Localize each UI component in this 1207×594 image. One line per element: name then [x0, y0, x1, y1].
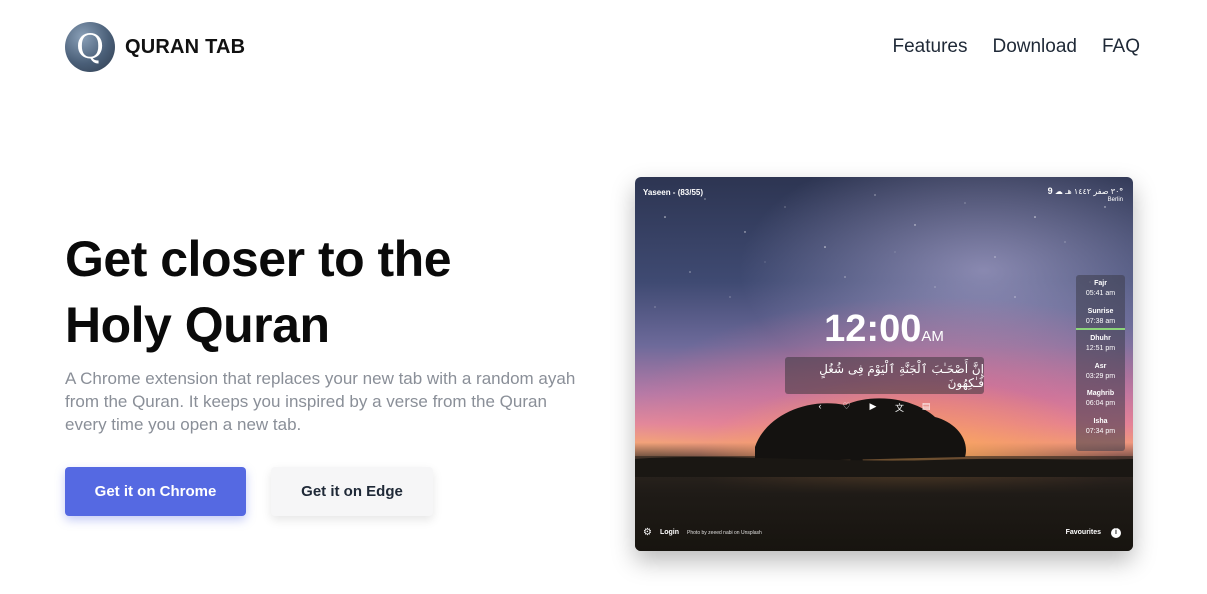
- clock-ampm: AM: [921, 328, 944, 345]
- nav-features[interactable]: Features: [893, 36, 968, 58]
- book-icon[interactable]: ▤: [919, 401, 933, 414]
- clock-time: 12:00: [824, 308, 922, 350]
- photo-credit: Photo by zeeed nabi on Unsplash: [687, 529, 762, 536]
- verse-text: إِنَّ أَصْحَـٰبَ ٱلْجَنَّةِ ٱلْيَوْمَ فِ…: [819, 361, 984, 390]
- main-nav: Features Download FAQ: [893, 36, 1141, 58]
- brand-name[interactable]: QURAN TAB: [125, 36, 245, 59]
- cloud-sun-icon: ☁: [1054, 187, 1063, 196]
- prayer-sunrise: Sunrise 07:38 am: [1076, 303, 1125, 330]
- hero-subtitle: A Chrome extension that replaces your ne…: [65, 369, 576, 434]
- preview-footer: ⚙ Login Photo by zeeed nabi on Unsplash …: [643, 527, 1121, 538]
- headline-line-2: Holy Quran: [65, 297, 330, 353]
- prayer-fajr: Fajr 05:41 am: [1085, 280, 1116, 297]
- verse-box: إِنَّ أَصْحَـٰبَ ٱلْجَنَّةِ ٱلْيَوْمَ فِ…: [785, 357, 984, 394]
- translate-icon[interactable]: 文: [893, 401, 907, 414]
- city: Berlin: [1107, 197, 1123, 203]
- prayer-dhuhr: Dhuhr 12:51 pm: [1085, 335, 1116, 352]
- nav-download[interactable]: Download: [992, 36, 1077, 58]
- verse-controls: ‹ ♡ ▶ 文 ▤: [813, 401, 933, 414]
- nav-faq[interactable]: FAQ: [1102, 36, 1140, 58]
- get-on-chrome-button[interactable]: Get it on Chrome: [65, 467, 246, 516]
- favourites-link[interactable]: Favourites: [1066, 529, 1101, 536]
- extension-preview: Yaseen - (83/55) ٣٠ صفر ١٤٤٢ هـ ☁ 9° Ber…: [635, 177, 1133, 551]
- login-link[interactable]: Login: [660, 529, 679, 536]
- hijri-date: ٣٠ صفر ١٤٤٢ هـ: [1065, 187, 1120, 196]
- gear-icon[interactable]: ⚙: [643, 527, 652, 538]
- logo[interactable]: Q: [65, 22, 115, 72]
- get-on-edge-button[interactable]: Get it on Edge: [271, 467, 433, 516]
- prayer-isha: Isha 07:34 pm: [1085, 417, 1116, 435]
- prayer-times: Fajr 05:41 am Sunrise 07:38 am Dhuhr 12:51 …: [1076, 275, 1125, 451]
- play-icon[interactable]: ▶: [866, 401, 880, 414]
- logo-letter: Q: [76, 27, 104, 67]
- headline-line-1: Get closer to the: [65, 231, 452, 287]
- surah-label: Yaseen - (83/55): [643, 188, 704, 197]
- info-icon[interactable]: i: [1111, 527, 1121, 538]
- prayer-asr: Asr 03:29 pm: [1085, 362, 1116, 380]
- chevron-left-icon[interactable]: ‹: [813, 401, 827, 414]
- hero-headline: Get closer to the Holy Quran: [65, 226, 585, 358]
- heart-icon[interactable]: ♡: [840, 401, 854, 414]
- weather-widget: ٣٠ صفر ١٤٤٢ هـ ☁ 9° Berlin: [1048, 186, 1123, 203]
- prayer-maghrib: Maghrib 06:04 pm: [1085, 390, 1116, 407]
- clock: 12:00AM: [635, 308, 1133, 351]
